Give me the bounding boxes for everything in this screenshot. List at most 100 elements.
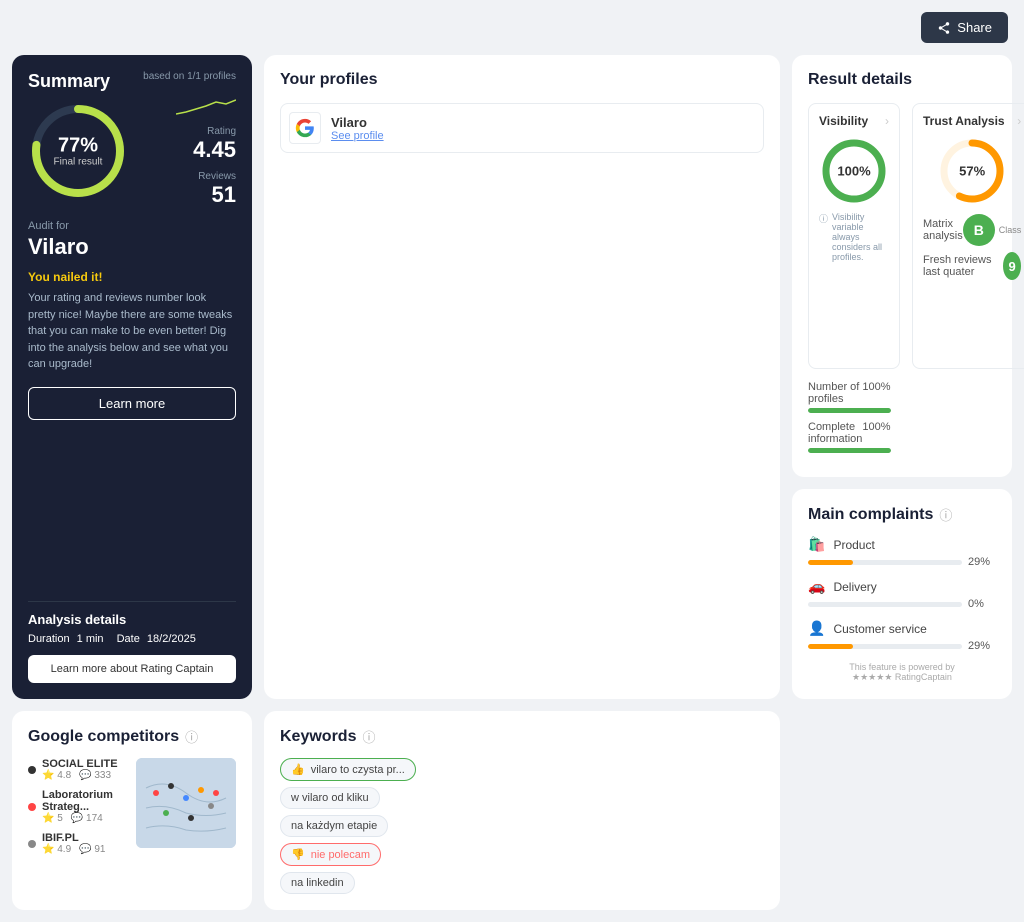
share-button[interactable]: Share bbox=[921, 12, 1008, 43]
nailed-desc: Your rating and reviews number look pret… bbox=[28, 290, 236, 373]
product-icon: 🛍️ bbox=[808, 536, 825, 553]
fresh-reviews-row: Fresh reviews last quater 9 bbox=[923, 252, 1021, 280]
competitor-2-meta: ⭐ 5 💬 174 bbox=[42, 813, 126, 824]
trust-card: Trust Analysis › 57% Matrix analysis bbox=[912, 103, 1024, 369]
visibility-value: 100% bbox=[837, 164, 870, 179]
keyword-4-text: nie polecam bbox=[311, 849, 370, 861]
complete-info-header: Complete information 100% bbox=[808, 421, 891, 445]
delivery-name: Delivery bbox=[833, 580, 876, 594]
complaint-delivery-header: 🚗 Delivery bbox=[808, 578, 996, 595]
product-bar-row: 29% bbox=[808, 556, 996, 568]
b-class-badge: B bbox=[963, 214, 995, 246]
keyword-1[interactable]: 👍 vilaro to czysta pr... bbox=[280, 758, 416, 781]
visibility-donut-wrap: 100% bbox=[819, 136, 889, 206]
cs-bar-row: 29% bbox=[808, 640, 996, 652]
learn-captain-button[interactable]: Learn more about Rating Captain bbox=[28, 655, 236, 683]
result-details-title: Result details bbox=[808, 71, 996, 89]
profiles-panel: Your profiles Vilaro See profile bbox=[264, 55, 780, 699]
keyword-3[interactable]: na każdym etapie bbox=[280, 815, 388, 837]
reviews-value: 51 bbox=[198, 182, 236, 208]
visibility-donut: 100% bbox=[819, 136, 889, 206]
keyword-2-text: w vilaro od kliku bbox=[291, 792, 369, 804]
competitor-2-info: Laboratorium Strateg... ⭐ 5 💬 174 bbox=[42, 789, 126, 824]
matrix-row: Matrix analysis B Class bbox=[923, 214, 1021, 246]
metrics-row: Visibility › 100% ⓘ Visibility variable … bbox=[808, 103, 996, 369]
visibility-note-text: Visibility variable always considers all… bbox=[832, 212, 889, 262]
nailed-it: You nailed it! bbox=[28, 270, 236, 284]
visibility-arrow[interactable]: › bbox=[885, 114, 889, 128]
google-logo bbox=[295, 118, 315, 138]
learn-more-button[interactable]: Learn more bbox=[28, 387, 236, 420]
number-profiles-progress: Number of profiles 100% bbox=[808, 381, 891, 413]
competitor-1-meta: ⭐ 4.8 💬 333 bbox=[42, 770, 126, 781]
date-label: Date bbox=[117, 633, 140, 645]
reviews-label: Reviews bbox=[198, 171, 236, 182]
complaint-product-header: 🛍️ Product bbox=[808, 536, 996, 553]
competitor-2-reviews: 💬 174 bbox=[71, 813, 103, 824]
keyword-5[interactable]: na linkedin bbox=[280, 872, 355, 894]
complete-info-value: 100% bbox=[862, 421, 890, 445]
competitor-3-meta: ⭐ 4.9 💬 91 bbox=[42, 844, 126, 855]
cs-bar-fill bbox=[808, 644, 853, 649]
share-label: Share bbox=[957, 20, 992, 35]
competitor-1-name: SOCIAL ELITE bbox=[42, 758, 126, 770]
delivery-bar-bg bbox=[808, 602, 962, 607]
keywords-list: 👍 vilaro to czysta pr... w vilaro od kli… bbox=[280, 758, 764, 894]
competitor-1-rating: ⭐ 4.8 bbox=[42, 770, 71, 781]
profiles-list: Vilaro See profile bbox=[280, 103, 764, 153]
complaint-cs-header: 👤 Customer service bbox=[808, 620, 996, 637]
competitor-1: SOCIAL ELITE ⭐ 4.8 💬 333 bbox=[28, 758, 126, 781]
competitor-2-name: Laboratorium Strateg... bbox=[42, 789, 126, 813]
competitors-layout: SOCIAL ELITE ⭐ 4.8 💬 333 Laboratorium St… bbox=[28, 758, 236, 855]
delivery-bar-row: 0% bbox=[808, 598, 996, 610]
competitor-3: IBIF.PL ⭐ 4.9 💬 91 bbox=[28, 832, 126, 855]
keyword-3-text: na każdym etapie bbox=[291, 820, 377, 832]
date-value: 18/2/2025 bbox=[147, 633, 196, 645]
keyword-4[interactable]: 👎 nie polecam bbox=[280, 843, 381, 866]
competitor-1-info: SOCIAL ELITE ⭐ 4.8 💬 333 bbox=[42, 758, 126, 781]
trust-title: Trust Analysis bbox=[923, 114, 1021, 128]
b-class-wrap: B Class bbox=[963, 214, 1022, 246]
keywords-info-icon: ⓘ bbox=[362, 727, 375, 746]
trust-arrow[interactable]: › bbox=[1017, 114, 1021, 128]
b-class-letter: B bbox=[974, 222, 984, 238]
number-profiles-bar-fill bbox=[808, 408, 891, 413]
result-details-card: Result details Visibility › 100% ⓘ bbox=[792, 55, 1012, 477]
audit-label: Audit for bbox=[28, 220, 236, 232]
rating-label: Rating bbox=[193, 126, 236, 137]
share-icon bbox=[937, 21, 951, 35]
competitor-3-reviews: 💬 91 bbox=[79, 844, 105, 855]
summary-title: Summary bbox=[28, 71, 110, 92]
complete-info-progress: Complete information 100% bbox=[808, 421, 891, 453]
analysis-details: Analysis details Duration 1 min Date 18/… bbox=[28, 601, 236, 683]
complaint-product: 🛍️ Product 29% bbox=[808, 536, 996, 568]
keyword-2[interactable]: w vilaro od kliku bbox=[280, 787, 380, 809]
cs-icon: 👤 bbox=[808, 620, 825, 637]
keyword-1-text: vilaro to czysta pr... bbox=[311, 764, 405, 776]
summary-panel: Summary based on 1/1 profiles 77% Final … bbox=[12, 55, 252, 699]
rating-block: Rating 4.45 bbox=[193, 126, 236, 163]
product-value: 29% bbox=[968, 556, 996, 568]
complete-info-label: Complete information bbox=[808, 421, 862, 445]
duration-value: 1 min bbox=[77, 633, 104, 645]
product-bar-bg bbox=[808, 560, 962, 565]
delivery-icon: 🚗 bbox=[808, 578, 825, 595]
powered-by-text: This feature is powered by bbox=[808, 662, 996, 672]
competitors-info-icon: ⓘ bbox=[185, 727, 198, 746]
competitor-3-rating: ⭐ 4.9 bbox=[42, 844, 71, 855]
trust-value: 57% bbox=[959, 164, 985, 179]
product-name: Product bbox=[833, 538, 874, 552]
competitor-1-reviews: 💬 333 bbox=[79, 770, 111, 781]
competitors-card: Google competitors ⓘ SOCIAL ELITE ⭐ 4.8 … bbox=[12, 711, 252, 910]
competitors-map bbox=[136, 758, 236, 848]
cs-name: Customer service bbox=[833, 622, 926, 636]
number-profiles-section: Number of profiles 100% Complete informa… bbox=[808, 381, 891, 461]
keyword-5-text: na linkedin bbox=[291, 877, 344, 889]
see-profile-link[interactable]: See profile bbox=[331, 130, 384, 142]
profile-item: Vilaro See profile bbox=[280, 103, 764, 153]
visibility-note-icon: ⓘ bbox=[819, 212, 828, 225]
score-percent: 77% bbox=[54, 135, 103, 157]
visibility-note: ⓘ Visibility variable always considers a… bbox=[819, 212, 889, 262]
complaint-customer-service: 👤 Customer service 29% bbox=[808, 620, 996, 652]
competitor-list: SOCIAL ELITE ⭐ 4.8 💬 333 Laboratorium St… bbox=[28, 758, 126, 855]
